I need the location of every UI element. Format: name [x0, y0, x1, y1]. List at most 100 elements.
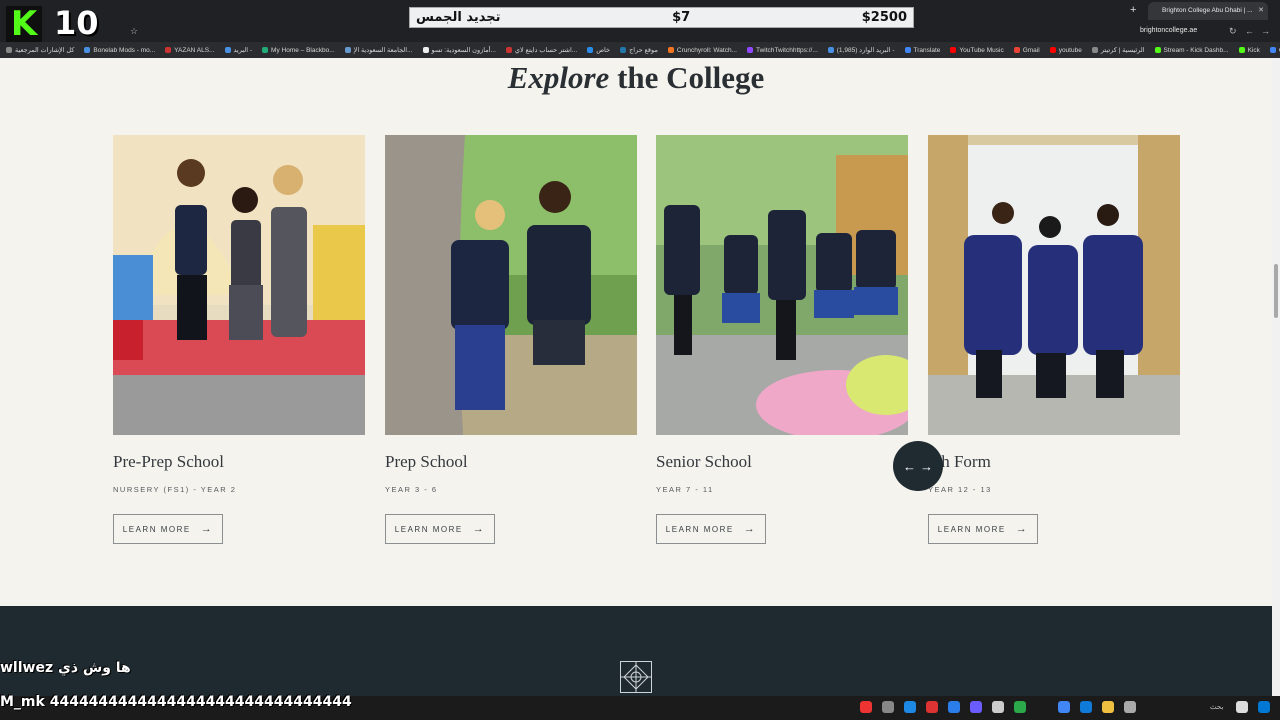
card-title: Pre-Prep School [113, 452, 224, 471]
bookmark-label: الجامعة السعودية الإ... [353, 47, 413, 54]
learn-more-button[interactable]: LEARN MORE → [113, 514, 223, 544]
bookmark-label: youtube [1058, 46, 1082, 54]
chat-text: 4444444444444444444444444444444 [49, 694, 352, 710]
app-icon[interactable] [860, 701, 872, 713]
forward-icon[interactable]: → [1261, 26, 1270, 36]
learn-more-label: LEARN MORE [122, 524, 191, 534]
bookmark-item[interactable]: Google [1269, 47, 1280, 54]
folder-icon[interactable] [1102, 701, 1114, 713]
app-icon[interactable] [926, 701, 938, 713]
app-icon[interactable] [1014, 701, 1026, 713]
steam-icon[interactable] [904, 701, 916, 713]
back-icon[interactable]: ← [1245, 26, 1254, 36]
kick-logo-overlay: K [6, 6, 42, 42]
card-title: Senior School [656, 452, 752, 471]
learn-more-label: LEARN MORE [394, 524, 463, 534]
bookmark-item[interactable]: Stream - Kick Dashb... [1154, 47, 1229, 54]
bookmark-item[interactable]: My Home – Blackbo... [262, 47, 335, 54]
tab-title: Brighton College Abu Dhabi | ... [1162, 7, 1253, 14]
taskbar-search[interactable]: بحث [1210, 703, 1223, 711]
bookmark-favicon-icon [1154, 47, 1161, 53]
bookmark-label: خاص [596, 47, 611, 54]
bookmark-favicon-icon [587, 47, 594, 53]
sixth-form-photo [928, 135, 1180, 435]
learn-more-button[interactable]: LEARN MORE → [656, 514, 766, 544]
card-year-range: NURSERY (FS1) - YEAR 2 [113, 485, 237, 494]
bookmark-favicon-icon [746, 47, 753, 53]
bookmark-item[interactable]: موقع حراج [620, 46, 658, 54]
app-icon[interactable] [1124, 701, 1136, 713]
bookmark-favicon-icon [1091, 47, 1098, 53]
bookmark-label: Gmail [1022, 46, 1040, 54]
bookmark-label: اشتر حساب دايتع لاي... [514, 47, 578, 54]
donation-goal-bar: $2500 $7 تجديد الجمس [409, 7, 914, 28]
scrollbar-thumb[interactable] [1274, 264, 1278, 318]
arrow-right-icon[interactable]: → [920, 459, 933, 474]
bookmark-favicon-icon [1013, 47, 1020, 53]
bookmark-item[interactable]: اشتر حساب دايتع لاي... [505, 46, 578, 54]
bookmark-label: YouTube Music [959, 46, 1004, 54]
prep-photo [385, 135, 637, 435]
bookmark-label: TwitchTwitchhttps://... [755, 46, 818, 54]
bookmark-favicon-icon [422, 47, 429, 53]
windows-logo-icon[interactable] [1258, 701, 1270, 713]
bookmark-favicon-icon [667, 47, 674, 53]
discord-icon[interactable] [970, 701, 982, 713]
bookmark-item[interactable]: YAZAN ALS... [165, 47, 215, 54]
bookmark-item[interactable]: Gmail [1013, 46, 1040, 54]
bookmark-item[interactable]: youtube [1049, 46, 1082, 54]
bookmark-label: Kick [1247, 46, 1260, 54]
bookmark-favicon-icon [1238, 47, 1245, 53]
bookmark-label: موقع حراج [629, 47, 658, 54]
bookmark-item[interactable]: أمازون السعودية: تسو... [422, 46, 496, 54]
url-text: brightoncollege.ae [1140, 27, 1198, 34]
chat-message: wllwez ها وش ذي [0, 660, 131, 676]
address-bar[interactable]: brightoncollege.ae [1140, 24, 1218, 39]
page-scrollbar[interactable] [1272, 58, 1280, 696]
card-pre-prep: Pre-Prep School NURSERY (FS1) - YEAR 2 L… [113, 135, 365, 544]
app-icon[interactable] [992, 701, 1004, 713]
reload-icon[interactable]: ↻ [1229, 26, 1237, 37]
bookmark-item[interactable]: خاص [587, 46, 610, 54]
donation-current-amount: $7 [672, 10, 691, 25]
app-icon[interactable] [948, 701, 960, 713]
windows-start-icon[interactable] [1236, 701, 1248, 713]
card-title: Prep School [385, 452, 468, 471]
browser-tab-active[interactable]: Brighton College Abu Dhabi | ... ✕ [1148, 2, 1268, 20]
bookmark-item[interactable]: Bonelab Mods - mo... [84, 47, 155, 54]
bookmark-item[interactable]: البريد - [224, 46, 252, 54]
bookmark-favicon-icon [1049, 47, 1056, 53]
card-year-range: YEAR 12 - 13 [928, 485, 992, 494]
bookmark-item[interactable]: YouTube Music [950, 46, 1004, 54]
app-icon[interactable] [1080, 701, 1092, 713]
new-tab-icon[interactable]: + [1130, 4, 1136, 16]
learn-more-button[interactable]: LEARN MORE → [928, 514, 1038, 544]
arrow-right-icon: → [200, 523, 214, 535]
arrow-right-icon: → [472, 523, 486, 535]
card-prep: Prep School YEAR 3 - 6 LEARN MORE → [385, 135, 637, 544]
app-icon[interactable] [882, 701, 894, 713]
bookmark-favicon-icon [344, 47, 351, 53]
bookmark-item[interactable]: كل الإشارات المرجعية [6, 46, 74, 54]
bookmark-item[interactable]: الرئيسية | كرتيتر [1091, 46, 1145, 54]
arrow-left-icon[interactable]: ← [903, 459, 916, 474]
chat-username: M_mk [0, 694, 45, 710]
bookmark-item[interactable]: Crunchyroll: Watch... [667, 47, 737, 54]
chrome-icon[interactable] [1058, 701, 1070, 713]
star-icon[interactable]: ☆ [130, 26, 138, 37]
bookmark-item[interactable]: (1,985) البريد الوارد - [827, 46, 895, 54]
viewer-count-overlay: 10 [54, 4, 99, 42]
bookmark-label: كل الإشارات المرجعية [15, 47, 75, 54]
chat-text: ها وش ذي [57, 660, 131, 676]
bookmark-favicon-icon [1269, 47, 1276, 53]
learn-more-button[interactable]: LEARN MORE → [385, 514, 495, 544]
carousel-nav-button[interactable]: ← → [893, 441, 943, 491]
title-rest: the College [609, 60, 765, 95]
bookmark-item[interactable]: TwitchTwitchhttps://... [746, 46, 818, 54]
card-year-range: YEAR 3 - 6 [385, 485, 438, 494]
bookmark-favicon-icon [620, 47, 627, 53]
bookmark-item[interactable]: Translate [904, 47, 940, 54]
close-tab-icon[interactable]: ✕ [1258, 6, 1264, 14]
bookmark-item[interactable]: Kick [1238, 46, 1260, 54]
bookmark-item[interactable]: الجامعة السعودية الإ... [344, 46, 413, 54]
